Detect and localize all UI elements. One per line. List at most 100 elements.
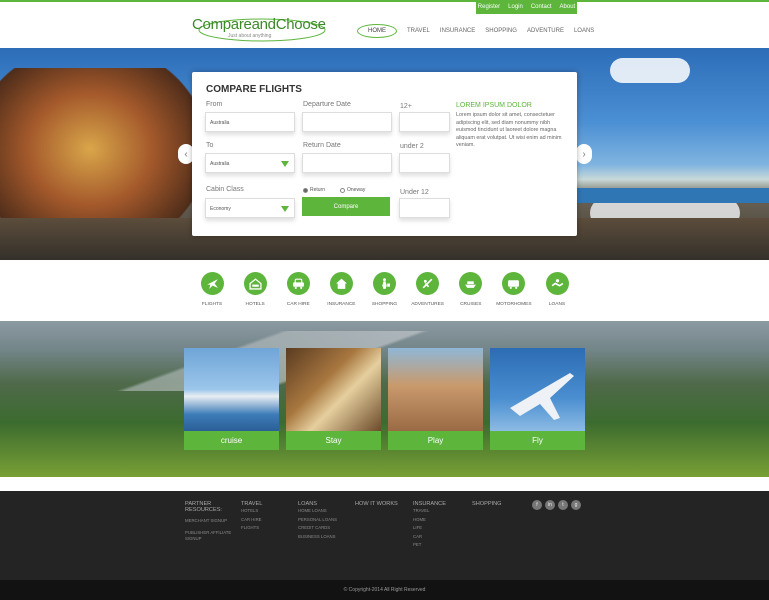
footer-link[interactable]: HOME LOANS bbox=[298, 507, 337, 516]
nav-shopping[interactable]: SHOPPING bbox=[485, 28, 517, 34]
nav-adventure[interactable]: ADVENTURE bbox=[527, 28, 564, 34]
card-stay[interactable]: Stay bbox=[286, 348, 381, 450]
category-cruises[interactable]: CRUISES bbox=[451, 272, 491, 312]
chevron-down-icon bbox=[281, 206, 289, 212]
logo-text: CompareandChoose bbox=[192, 16, 326, 33]
category-shopping[interactable]: SHOPPING bbox=[365, 272, 405, 312]
category-label: LOANS bbox=[548, 302, 566, 307]
hero-sea bbox=[577, 188, 769, 203]
chevron-down-icon bbox=[281, 161, 289, 167]
radio-empty-icon bbox=[340, 187, 345, 193]
travel-strip-background bbox=[0, 321, 769, 477]
footer-link[interactable]: CAR bbox=[413, 533, 446, 542]
about-link[interactable]: About bbox=[560, 4, 576, 10]
compare-button[interactable]: Compare bbox=[302, 197, 390, 216]
register-link[interactable]: Register bbox=[478, 4, 500, 10]
infants-field[interactable] bbox=[399, 198, 450, 218]
house-icon bbox=[329, 272, 353, 295]
category-label: SHOPPING bbox=[371, 302, 398, 307]
copyright-bar: © Copyright-2014 All Right Reserved bbox=[0, 580, 769, 600]
children-label: under 2 bbox=[400, 143, 424, 150]
footer-link[interactable]: LIFE bbox=[413, 524, 446, 533]
category-insurance[interactable]: INSURANCE bbox=[321, 272, 361, 312]
airplane-image bbox=[490, 348, 585, 431]
radio-selected-icon bbox=[303, 187, 308, 193]
login-link[interactable]: Login bbox=[508, 4, 523, 10]
twitter-icon[interactable]: t bbox=[558, 500, 568, 510]
footer-col-how: HOW IT WORKS bbox=[355, 501, 398, 507]
footer-link[interactable]: TRAVEL bbox=[413, 507, 446, 516]
footer-link[interactable]: CAR HIRE bbox=[241, 516, 262, 525]
footer-link[interactable]: PUBLISHER AFFILIATE SIGNUP bbox=[185, 530, 233, 542]
footer-link[interactable]: HOME bbox=[413, 516, 446, 525]
return-date-field[interactable] bbox=[302, 153, 392, 173]
category-label: HOTELS bbox=[245, 302, 265, 307]
category-flights[interactable]: FLIGHTS bbox=[192, 272, 232, 312]
hotel-room-image bbox=[286, 348, 381, 431]
motorhome-icon bbox=[502, 272, 526, 295]
mountain-image bbox=[0, 331, 769, 391]
adults-field[interactable] bbox=[399, 112, 450, 132]
cabin-select[interactable]: Economy bbox=[205, 198, 295, 218]
footer-link[interactable]: BUSINESS LOANS bbox=[298, 533, 337, 542]
footer-col-insurance: INSURANCE TRAVEL HOME LIFE CAR PET bbox=[413, 501, 446, 550]
card-fly[interactable]: Fly bbox=[490, 348, 585, 450]
return-radio-label: Return bbox=[310, 187, 326, 193]
footer-link[interactable]: FLIGHTS bbox=[241, 524, 262, 533]
plane-icon bbox=[200, 272, 224, 295]
oneway-radio-label: Oneway bbox=[347, 187, 366, 193]
category-car-hire[interactable]: CAR HIRE bbox=[278, 272, 318, 312]
category-label: FLIGHTS bbox=[201, 302, 223, 307]
category-motorhomes[interactable]: MOTORHOMES bbox=[494, 272, 534, 312]
to-label: To bbox=[206, 142, 214, 149]
footer-heading[interactable]: HOW IT WORKS bbox=[355, 501, 398, 507]
nav-travel[interactable]: TRAVEL bbox=[407, 28, 430, 34]
top-accent-bar bbox=[0, 0, 769, 2]
google-plus-icon[interactable]: g bbox=[571, 500, 581, 510]
linkedin-icon[interactable]: in bbox=[545, 500, 555, 510]
footer-link[interactable]: HOTELS bbox=[241, 507, 262, 516]
footer-link[interactable]: CREDIT CARDS bbox=[298, 524, 337, 533]
card-play[interactable]: Play bbox=[388, 348, 483, 450]
top-links: Register Login Contact About bbox=[476, 0, 577, 14]
nav-insurance[interactable]: INSURANCE bbox=[440, 28, 475, 34]
nav-loans[interactable]: LOANS bbox=[574, 28, 594, 34]
footer-heading[interactable]: SHOPPING bbox=[472, 501, 502, 507]
to-select-value: Australia bbox=[210, 161, 230, 167]
return-radio[interactable]: Return bbox=[303, 187, 325, 193]
category-hotels[interactable]: HOTELS bbox=[235, 272, 275, 312]
category-label: CRUISES bbox=[460, 302, 482, 307]
category-loans[interactable]: LOANS bbox=[537, 272, 577, 312]
departure-date-field[interactable] bbox=[302, 112, 392, 132]
footer-link[interactable]: MERCHANT SIGNUP bbox=[185, 518, 233, 524]
adventure-icon bbox=[416, 272, 440, 295]
card-cruise[interactable]: cruise bbox=[184, 348, 279, 450]
departure-label: Departure Date bbox=[303, 101, 351, 108]
flight-search-panel: COMPARE FLIGHTS From Australia To Austra… bbox=[192, 72, 577, 236]
category-adventures[interactable]: ADVENTURES bbox=[408, 272, 448, 312]
nav-home[interactable]: HOME bbox=[357, 24, 397, 38]
adults-label: 12+ bbox=[400, 103, 412, 110]
loan-icon bbox=[545, 272, 569, 295]
ship-icon bbox=[459, 272, 483, 295]
plane-icon bbox=[510, 373, 574, 420]
card-caption: Stay bbox=[286, 431, 381, 450]
social-links: f in t g bbox=[532, 500, 581, 510]
contact-link[interactable]: Contact bbox=[531, 4, 552, 10]
cruise-ship-image bbox=[184, 348, 279, 431]
beach-couple-image bbox=[388, 348, 483, 431]
footer-link[interactable]: PET bbox=[413, 541, 446, 550]
facebook-icon[interactable]: f bbox=[532, 500, 542, 510]
oneway-radio[interactable]: Oneway bbox=[340, 187, 365, 193]
footer-col-loans: LOANS HOME LOANS PERSONAL LOANS CREDIT C… bbox=[298, 501, 337, 541]
slider-next-icon[interactable]: › bbox=[576, 144, 592, 164]
main-nav: HOME TRAVEL INSURANCE SHOPPING ADVENTURE… bbox=[357, 24, 594, 38]
from-field[interactable]: Australia bbox=[205, 112, 295, 132]
to-select[interactable]: Australia bbox=[205, 153, 295, 173]
footer: PARTNER RESOURCES: MERCHANT SIGNUP PUBLI… bbox=[0, 491, 769, 580]
logo[interactable]: CompareandChoose Just about anything bbox=[192, 16, 327, 44]
footer-col-shopping: SHOPPING bbox=[472, 501, 502, 507]
footer-link[interactable]: PERSONAL LOANS bbox=[298, 516, 337, 525]
copyright-text: © Copyright-2014 All Right Reserved bbox=[343, 587, 426, 593]
children-field[interactable] bbox=[399, 153, 450, 173]
